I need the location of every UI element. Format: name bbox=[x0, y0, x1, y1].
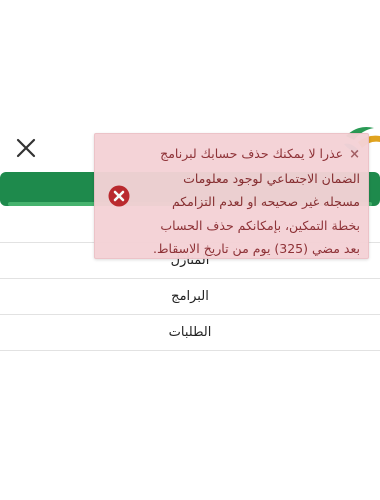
menu-item-programs[interactable]: البرامج bbox=[0, 278, 380, 314]
toast-dismiss-button[interactable]: × bbox=[349, 143, 360, 167]
error-toast: ×عذرا لا يمكنك حذف حسابك لبرنامج الضمان … bbox=[94, 133, 369, 259]
close-icon bbox=[16, 138, 36, 158]
toast-message: عذرا لا يمكنك حذف حسابك لبرنامج الضمان ا… bbox=[153, 146, 360, 256]
close-menu-button[interactable] bbox=[14, 136, 38, 160]
menu-item-requests[interactable]: الطلبات bbox=[0, 314, 380, 351]
error-circle-icon bbox=[108, 185, 130, 207]
toast-message-block: ×عذرا لا يمكنك حذف حسابك لبرنامج الضمان … bbox=[143, 142, 360, 261]
